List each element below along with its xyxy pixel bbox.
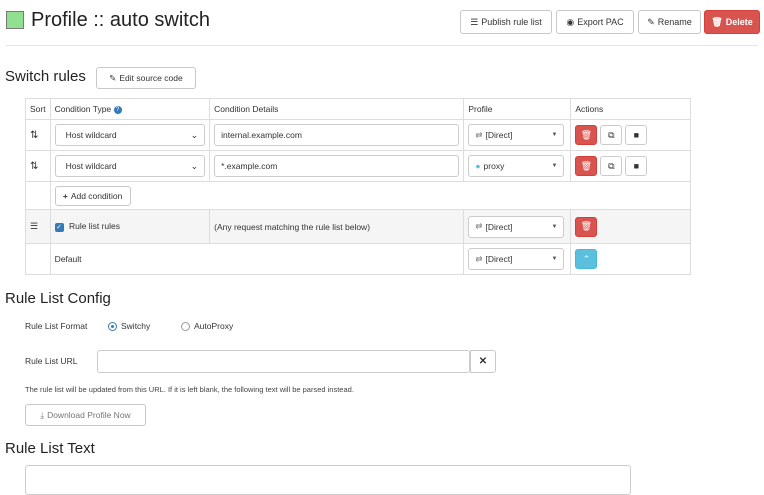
condition-type-select[interactable]: Host wildcard ⌄ — [54, 155, 206, 177]
format-option-switchy[interactable]: Switchy — [108, 321, 150, 331]
delete-profile-button[interactable]: 🗑 Delete — [704, 10, 760, 34]
condition-details-input[interactable]: internal.example.com — [214, 124, 460, 146]
direct-icon: ⇄ — [475, 221, 483, 231]
clear-url-button[interactable]: ✕ — [470, 350, 496, 373]
sort-handle-icon[interactable]: ⇅ — [25, 150, 51, 182]
caret-down-icon: ▼ — [551, 223, 558, 230]
note-rule-button[interactable]: ■ — [625, 155, 648, 176]
trash-icon: 🗑 — [580, 160, 593, 171]
comment-icon: ■ — [633, 160, 640, 171]
radio-autoproxy[interactable] — [181, 321, 190, 331]
column-header-profile: Profile — [463, 98, 572, 120]
edit-source-code-button[interactable]: ✎ Edit source code — [96, 67, 196, 89]
table-row: ⇅ Host wildcard ⌄ internal.example.com ⇄… — [25, 119, 691, 151]
add-condition-button[interactable]: + Add condition — [54, 185, 131, 206]
rule-list-format-label: Rule List Format — [25, 321, 88, 331]
rule-list-config-heading: Rule List Config — [5, 290, 111, 307]
radio-switchy[interactable] — [108, 321, 117, 331]
rule-list-help-text: The rule list will be updated from this … — [25, 385, 354, 394]
publish-rule-list-button[interactable]: ☰ Publish rule list — [460, 10, 552, 34]
rule-list-enabled-checkbox[interactable]: ✓ — [54, 222, 64, 232]
export-pac-button[interactable]: ◉ Export PAC — [556, 10, 634, 34]
note-rule-button[interactable]: ■ — [625, 124, 648, 145]
column-header-actions: Actions — [570, 98, 691, 120]
column-header-sort: Sort — [25, 98, 51, 120]
list-icon: ☰ — [25, 209, 51, 244]
rule-list-text-heading: Rule List Text — [5, 440, 95, 457]
condition-details-input[interactable]: *.example.com — [214, 155, 460, 177]
condition-type-select[interactable]: Host wildcard ⌄ — [54, 124, 206, 146]
direct-icon: ⇄ — [475, 129, 483, 140]
default-profile-select[interactable]: ⇄ [Direct] ▼ — [468, 248, 565, 270]
help-icon[interactable]: ? — [113, 105, 122, 114]
table-row: ⇅ Host wildcard ⌄ *.example.com ● proxy … — [25, 150, 691, 182]
default-label: Default — [49, 243, 465, 275]
edit-icon: ✎ — [647, 16, 655, 27]
trash-icon: 🗑 — [711, 16, 723, 27]
download-icon: ⤓ — [40, 409, 45, 420]
page-title: Profile :: auto switch — [31, 9, 210, 31]
rule-list-row: ☰ ✓ Rule list rules (Any request matchin… — [25, 209, 691, 244]
clone-rule-button[interactable]: ⧉ — [600, 125, 623, 146]
chevron-down-icon: ⌄ — [190, 129, 199, 140]
caret-down-icon: ▼ — [551, 132, 558, 138]
trash-icon: 🗑 — [580, 129, 593, 140]
profile-select[interactable]: ⇄ [Direct] ▼ — [468, 124, 565, 146]
delete-rule-button[interactable]: 🗑 — [575, 156, 598, 177]
edit-icon: ✎ — [109, 72, 117, 83]
add-condition-row: + Add condition — [25, 181, 692, 210]
delete-rule-list-button[interactable]: 🗑 — [575, 216, 598, 237]
close-icon: ✕ — [478, 356, 488, 367]
profile-color-swatch[interactable] — [6, 11, 24, 29]
direct-icon: ⇄ — [475, 253, 483, 264]
trash-icon: 🗑 — [580, 221, 593, 231]
download-circle-icon: ◉ — [566, 16, 575, 27]
sort-handle-icon[interactable]: ⇅ — [25, 119, 51, 151]
switch-rules-table: Sort Condition Type ? Condition Details … — [25, 98, 692, 275]
rule-list-url-input[interactable] — [97, 350, 470, 373]
list-icon: ☰ — [470, 16, 479, 27]
rule-list-url-label: Rule List URL — [25, 356, 78, 366]
profile-select[interactable]: ● proxy ▼ — [468, 155, 565, 177]
header-divider — [6, 45, 758, 46]
delete-rule-button[interactable]: 🗑 — [575, 125, 598, 146]
clone-rule-button[interactable]: ⧉ — [600, 156, 623, 177]
globe-icon: ● — [475, 161, 481, 171]
caret-down-icon: ▼ — [551, 163, 558, 169]
comment-icon: ■ — [633, 129, 640, 140]
chevron-up-icon: ⌃ — [582, 253, 591, 264]
download-profile-button[interactable]: ⤓ Download Profile Now — [25, 404, 146, 426]
table-header-row: Sort Condition Type ? Condition Details … — [25, 98, 691, 120]
default-row: Default ⇄ [Direct] ▼ ⌃ — [25, 243, 691, 275]
profile-select[interactable]: ⇄ [Direct] ▼ — [468, 215, 565, 238]
chevron-down-icon: ⌄ — [190, 160, 199, 171]
copy-icon: ⧉ — [608, 129, 615, 140]
copy-icon: ⧉ — [608, 160, 615, 171]
rule-list-details: (Any request matching the rule list belo… — [209, 209, 465, 244]
switch-rules-heading: Switch rules — [5, 68, 86, 85]
rule-list-text-area[interactable] — [25, 465, 631, 495]
plus-icon: + — [62, 190, 68, 201]
format-option-autoproxy[interactable]: AutoProxy — [181, 321, 233, 331]
rename-button[interactable]: ✎ Rename — [638, 10, 701, 34]
collapse-button[interactable]: ⌃ — [575, 249, 598, 269]
column-header-condition-details: Condition Details — [209, 98, 465, 120]
caret-down-icon: ▼ — [551, 256, 558, 262]
column-header-condition-type: Condition Type ? — [49, 98, 211, 120]
